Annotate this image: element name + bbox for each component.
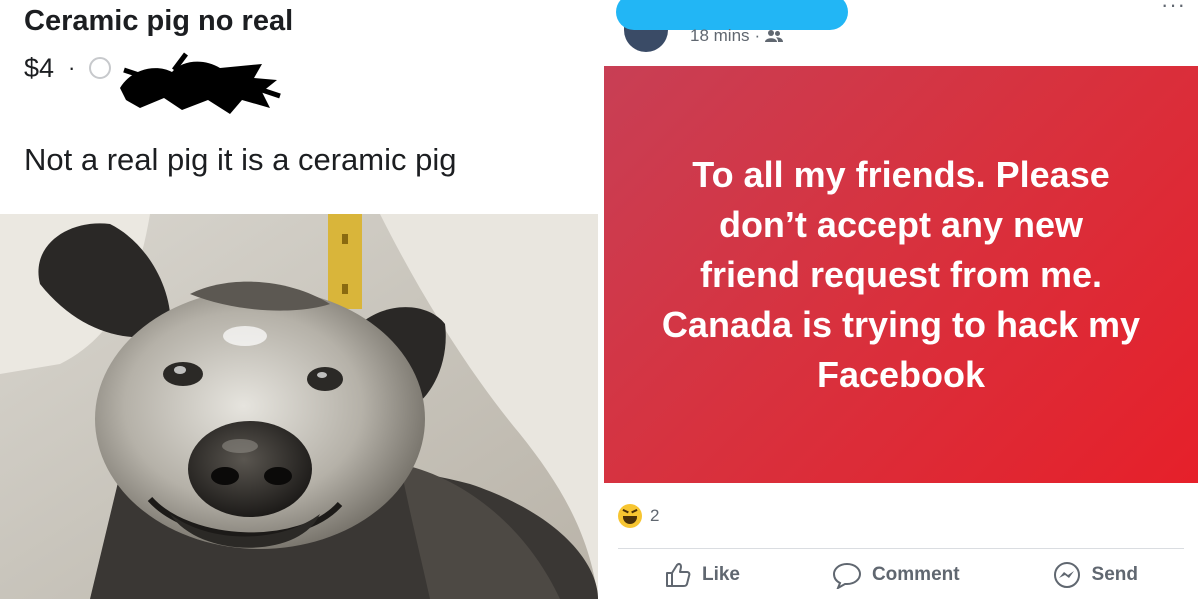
price-row: $4 · xyxy=(24,52,112,84)
listing-title: Ceramic pig no real xyxy=(24,5,294,37)
post-header: 18 mins · ··· xyxy=(604,0,1198,66)
status-text: To all my friends. Please don’t accept a… xyxy=(661,153,1141,395)
timestamp-separator: · xyxy=(754,26,761,45)
ceramic-pig-photo xyxy=(0,214,598,599)
comment-label: Comment xyxy=(871,563,960,585)
redaction-scribble xyxy=(120,52,281,114)
status-background-card: To all my friends. Please don’t accept a… xyxy=(604,66,1198,483)
comment-icon xyxy=(832,562,861,589)
messenger-icon xyxy=(1053,561,1080,588)
thumbs-up-icon xyxy=(665,562,691,587)
like-button[interactable]: Like xyxy=(664,561,740,589)
listing-description: Not a real pig it is a ceramic pig xyxy=(24,142,457,177)
post-timestamp[interactable]: 18 mins · xyxy=(690,26,784,46)
reactions-summary[interactable]: 2 xyxy=(618,504,659,528)
like-label: Like xyxy=(701,563,740,585)
comment-button[interactable]: Comment xyxy=(832,561,960,589)
facebook-post: 18 mins · ··· To all my friends. Please … xyxy=(604,0,1198,599)
separator-dot: · xyxy=(68,55,76,80)
post-action-bar: Like Comment Send xyxy=(618,548,1184,599)
listing-price: $4 xyxy=(24,52,55,83)
reaction-count: 2 xyxy=(650,506,660,525)
marketplace-listing: Ceramic pig no real $4 · Not a real pig … xyxy=(0,0,598,599)
send-label: Send xyxy=(1091,563,1138,585)
location-icon xyxy=(89,57,112,79)
timestamp-text: 18 mins xyxy=(690,26,750,45)
haha-reaction-icon xyxy=(618,504,642,528)
more-options-icon[interactable]: ··· xyxy=(1161,0,1186,18)
send-button[interactable]: Send xyxy=(1052,560,1138,590)
friends-audience-icon xyxy=(765,30,784,42)
